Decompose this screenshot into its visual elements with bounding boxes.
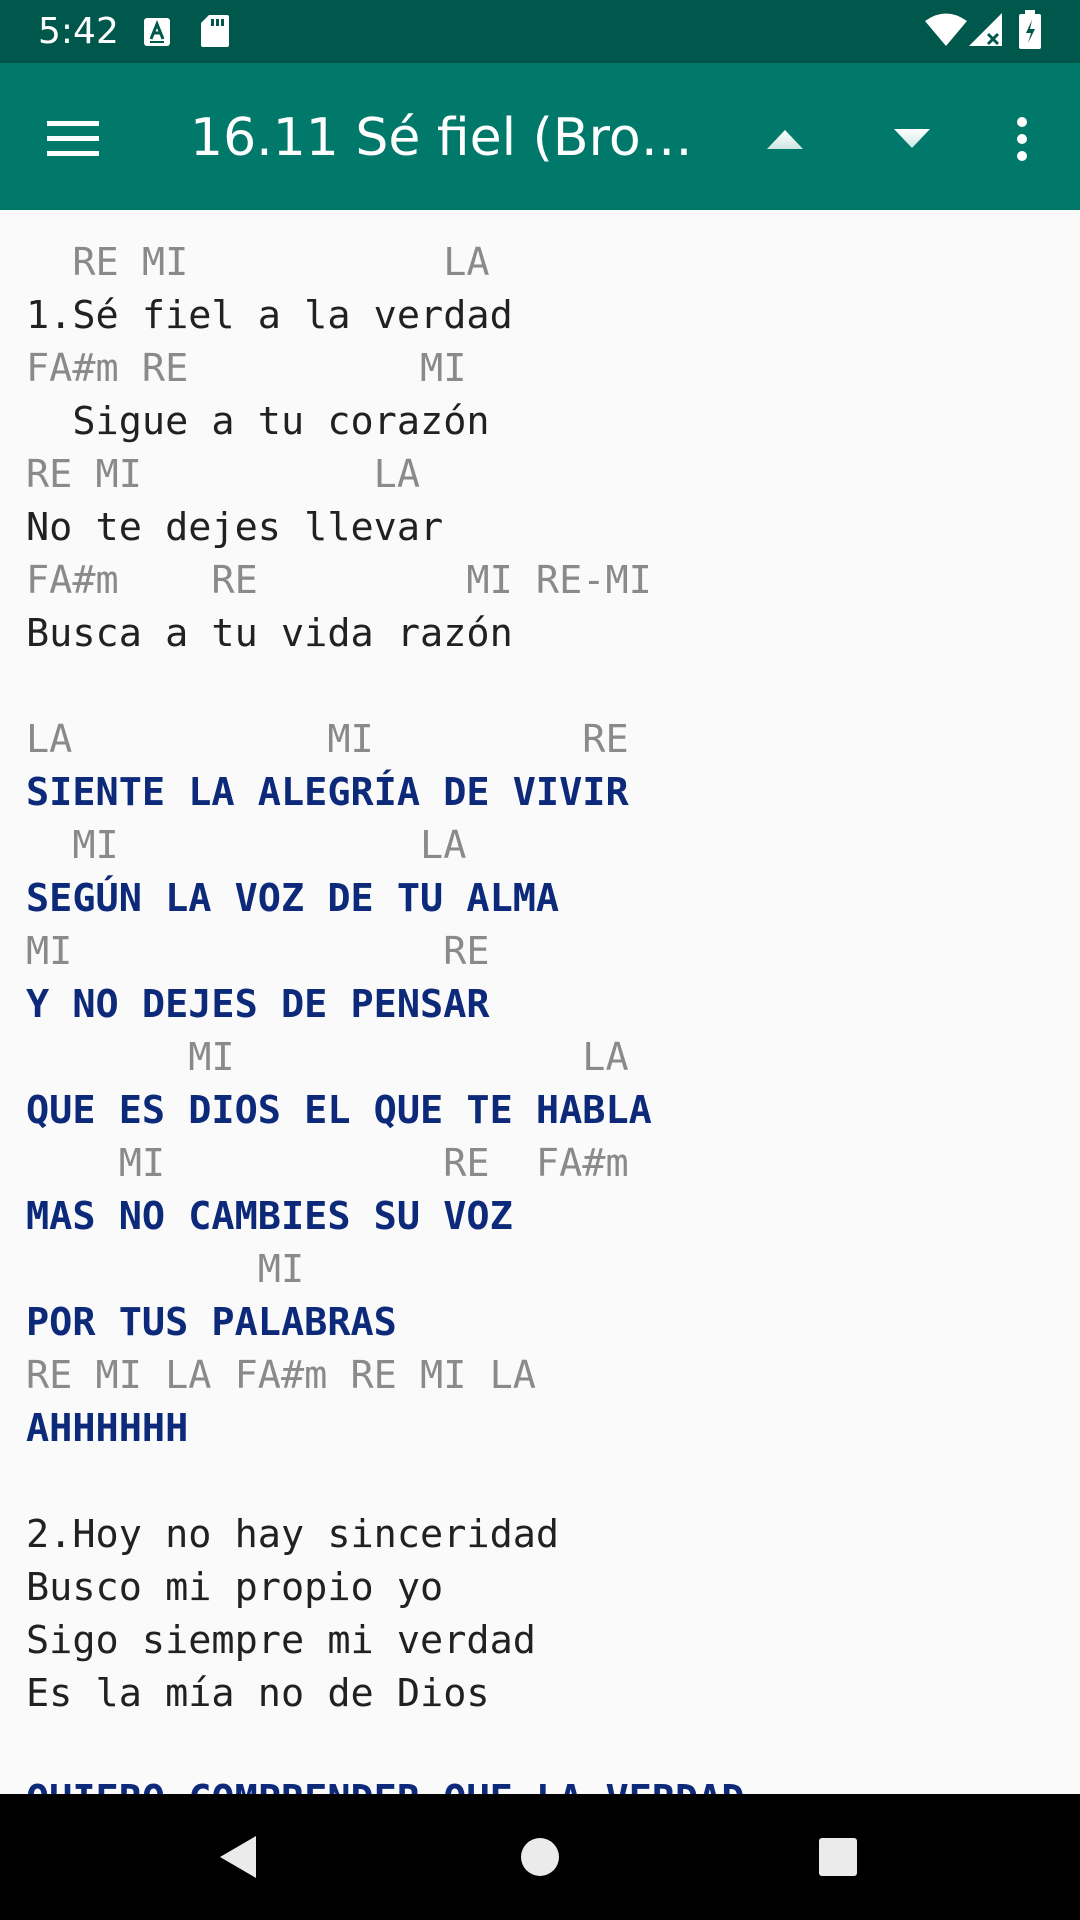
- chorus-line: SEGÚN LA VOZ DE TU ALMA: [26, 876, 560, 921]
- lyric-line: No te dejes llevar: [26, 505, 444, 550]
- chorus-line: SIENTE LA ALEGRÍA DE VIVIR: [26, 770, 629, 815]
- scroll-up-icon: [767, 130, 803, 149]
- lyric-line: Busco mi propio yo: [26, 1565, 444, 1610]
- navigation-bar: [0, 1794, 1080, 1920]
- song-title: 16.11 Sé fiel (Brotes de Olivo): [190, 108, 695, 168]
- chord-line: RE MI LA: [26, 452, 421, 497]
- recents-icon: [819, 1838, 857, 1876]
- scroll-down-button[interactable]: [869, 96, 955, 182]
- battery-icon: [1018, 10, 1042, 54]
- more-options-icon: [1017, 117, 1027, 161]
- signal-icon: [968, 12, 1004, 52]
- more-options-button[interactable]: [990, 96, 1054, 182]
- home-icon: [521, 1838, 559, 1876]
- song-text: RE MI LA 1.Sé fiel a la verdad FA#m RE MI …: [26, 236, 745, 1794]
- chord-line: FA#m RE MI: [26, 346, 467, 391]
- chorus-line: POR TUS PALABRAS: [26, 1300, 397, 1345]
- status-bar: 5:42: [0, 0, 1080, 63]
- chorus-line: QUIERO COMPRENDER QUE LA VERDAD: [26, 1773, 745, 1794]
- wifi-icon: [924, 12, 968, 52]
- chord-line: RE MI LA: [26, 240, 490, 285]
- chorus-line: QUE ES DIOS EL QUE TE HABLA: [26, 1088, 652, 1133]
- sd-card-icon: [200, 14, 230, 52]
- menu-icon: [47, 121, 99, 156]
- chorus-line: Y NO DEJES DE PENSAR: [26, 982, 490, 1027]
- lyric-line: Sigue a tu corazón: [26, 399, 490, 444]
- status-time: 5:42: [38, 11, 119, 52]
- back-icon: [220, 1836, 256, 1878]
- home-button[interactable]: [500, 1794, 580, 1920]
- song-content[interactable]: RE MI LA 1.Sé fiel a la verdad FA#m RE MI …: [0, 210, 1080, 1794]
- menu-button[interactable]: [30, 96, 116, 182]
- chorus-line: MAS NO CAMBIES SU VOZ: [26, 1194, 513, 1239]
- lyric-line: Es la mía no de Dios: [26, 1671, 490, 1716]
- chord-line: LA MI RE: [26, 717, 629, 762]
- app-bar: 16.11 Sé fiel (Brotes de Olivo): [0, 63, 1080, 210]
- recents-button[interactable]: [798, 1794, 878, 1920]
- back-button[interactable]: [198, 1794, 278, 1920]
- lyric-line: Busca a tu vida razón: [26, 611, 513, 656]
- chord-line: RE MI LA FA#m RE MI LA: [26, 1353, 536, 1398]
- chord-line: MI RE: [26, 929, 490, 974]
- chord-line: FA#m RE MI RE-MI: [26, 558, 652, 603]
- chorus-line: AHHHHHH: [26, 1406, 189, 1451]
- chord-line: MI: [26, 1247, 305, 1292]
- chord-line: MI RE FA#m: [26, 1141, 629, 1186]
- lyric-line: Sigo siempre mi verdad: [26, 1618, 536, 1663]
- lyric-line: 2.Hoy no hay sinceridad: [26, 1512, 560, 1557]
- lyric-line: 1.Sé fiel a la verdad: [26, 293, 513, 338]
- chord-line: MI LA: [26, 823, 467, 868]
- keyboard-a-icon: [143, 17, 171, 51]
- scroll-down-icon: [894, 129, 930, 148]
- scroll-up-button[interactable]: [742, 96, 828, 182]
- chord-line: MI LA: [26, 1035, 629, 1080]
